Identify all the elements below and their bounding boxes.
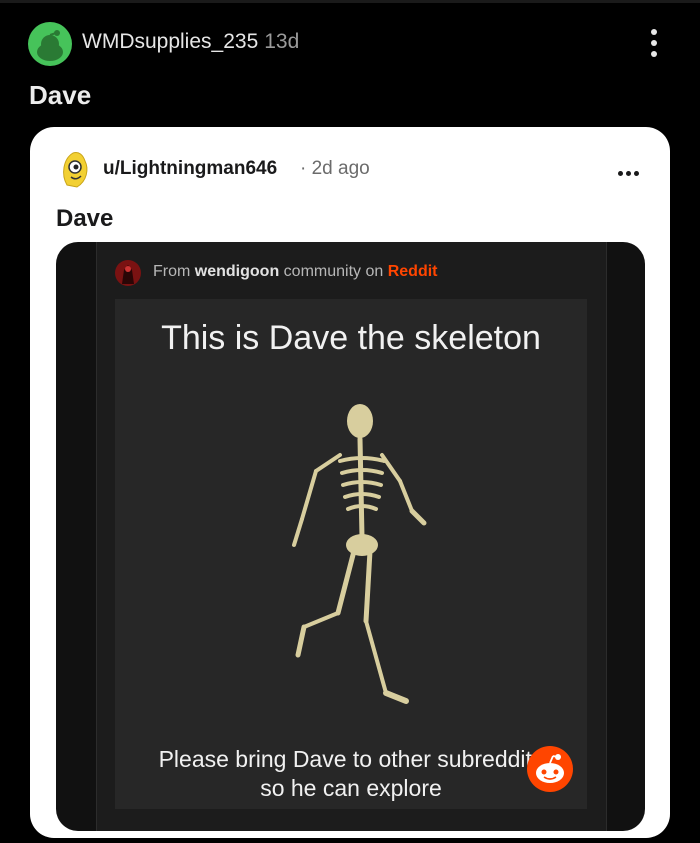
media-preview[interactable]: From wendigoon community on Reddit This … bbox=[56, 242, 645, 831]
crosspost-card[interactable]: u/Lightningman646 · 2d ago Dave From wen… bbox=[30, 127, 670, 838]
crosspost-more-icon[interactable] bbox=[618, 163, 644, 176]
snoo-avatar-icon bbox=[37, 30, 63, 61]
crosspost-time: · 2d ago bbox=[300, 158, 370, 179]
top-divider bbox=[0, 0, 700, 3]
banana-avatar-icon bbox=[63, 152, 88, 188]
embed-frame: From wendigoon community on Reddit This … bbox=[96, 242, 607, 831]
crosspost-author[interactable]: u/Lightningman646 bbox=[103, 158, 277, 180]
post-age: 13d bbox=[264, 30, 300, 53]
more-options-icon[interactable] bbox=[644, 26, 664, 62]
crosspost-title[interactable]: Dave bbox=[56, 205, 113, 233]
post-author-line: WMDsupplies_235 13d bbox=[82, 30, 299, 54]
embed-community[interactable]: wendigoon bbox=[195, 263, 279, 280]
reddit-snoo-icon bbox=[527, 746, 573, 792]
embed-source: From wendigoon community on Reddit bbox=[153, 263, 438, 280]
meme-image: This is Dave the skeleton Please bring D… bbox=[115, 299, 587, 809]
crosspost-avatar[interactable] bbox=[59, 149, 93, 189]
meme-bottom-text: Please bring Dave to other subreddits so… bbox=[158, 746, 544, 801]
community-icon bbox=[115, 260, 141, 286]
meme-top-text: This is Dave the skeleton bbox=[161, 319, 541, 357]
skeleton-figure bbox=[292, 404, 427, 704]
post-author[interactable]: WMDsupplies_235 bbox=[82, 30, 258, 53]
embed-platform[interactable]: Reddit bbox=[388, 263, 438, 280]
post-title[interactable]: Dave bbox=[29, 80, 91, 111]
poster-avatar[interactable] bbox=[28, 22, 72, 66]
